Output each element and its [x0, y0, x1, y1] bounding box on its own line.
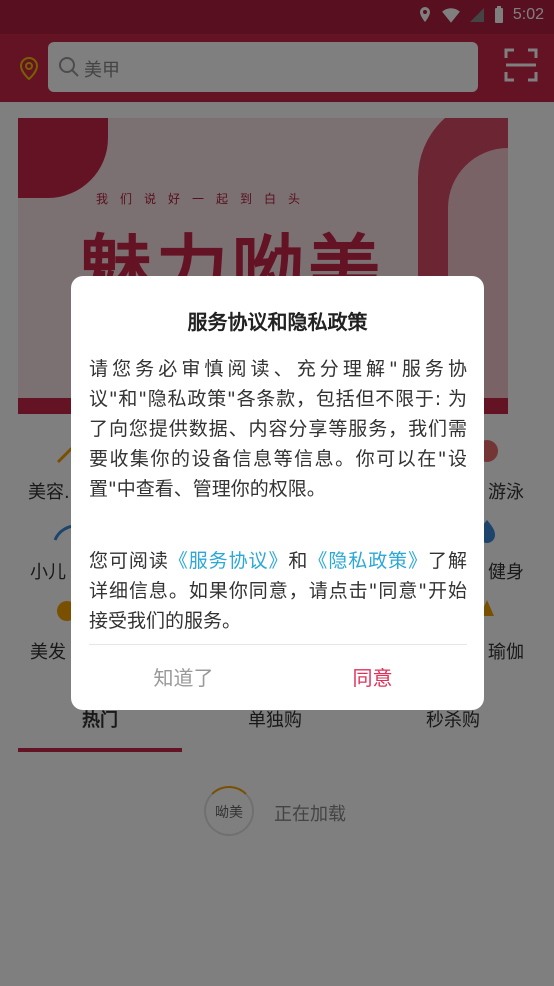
privacy-dialog: 服务协议和隐私政策 请您务必审慎阅读、充分理解"服务协议"和"隐私政策"各条款，… [71, 276, 484, 710]
privacy-policy-link[interactable]: 《隐私政策》 [308, 550, 428, 572]
dialog-divider [89, 644, 467, 645]
dialog-body2-prefix: 您可阅读 [89, 550, 169, 572]
dialog-body2-and: 和 [288, 550, 309, 572]
dialog-body: 请您务必审慎阅读、充分理解"服务协议"和"隐私政策"各条款，包括但不限于: 为了… [89, 358, 467, 500]
got-it-button[interactable]: 知道了 [89, 646, 278, 710]
service-agreement-link[interactable]: 《服务协议》 [169, 550, 289, 572]
agree-button[interactable]: 同意 [278, 646, 467, 710]
dialog-body-links: 您可阅读《服务协议》和《隐私政策》了解详细信息。如果你同意，请点击"同意"开始接… [89, 546, 467, 636]
dialog-title: 服务协议和隐私政策 [187, 310, 368, 334]
